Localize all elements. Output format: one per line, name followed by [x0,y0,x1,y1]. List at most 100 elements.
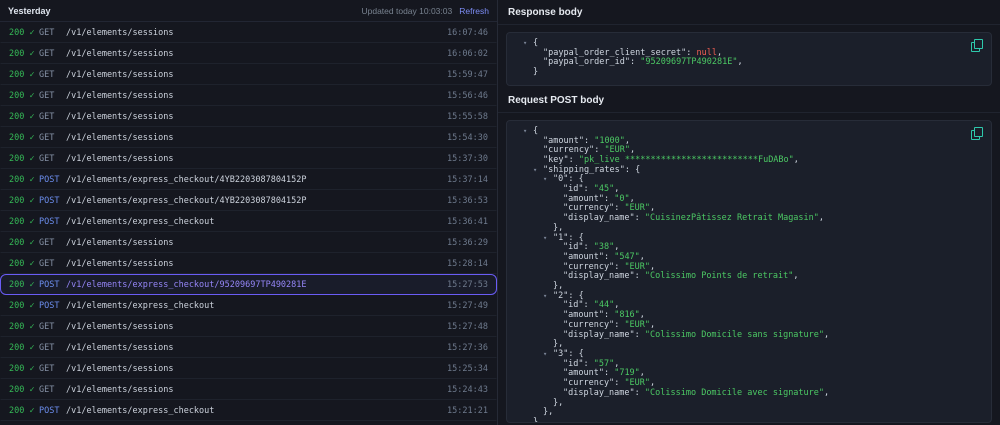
collapse-toggle-icon[interactable]: ▾ [533,166,543,176]
log-row[interactable]: 200 ✓GET/v1/elements/sessions15:54:30 [0,127,497,148]
method-label: GET [39,91,66,101]
request-time: 16:07:46 [447,28,488,38]
json-punct: : [635,271,645,281]
json-punct: { [533,38,538,48]
log-row[interactable]: 200 ✓GET/v1/elements/sessions15:55:58 [0,106,497,127]
json-punct: , [640,252,645,262]
log-row[interactable]: 200 ✓GET/v1/elements/sessions15:59:47 [0,64,497,85]
json-punct: , [640,368,645,378]
json-key: "currency" [543,145,594,155]
request-path: /v1/elements/sessions [66,259,447,269]
date-group-label: Yesterday [8,6,51,16]
log-row[interactable]: 200 ✓GET/v1/elements/sessions15:28:14 [0,253,497,274]
json-punct: { [635,165,640,175]
request-time: 15:55:58 [447,112,488,122]
log-row[interactable]: 200 ✓GET/v1/elements/sessions16:06:02 [0,43,497,64]
collapse-toggle-icon[interactable]: ▾ [523,127,533,137]
status-badge: 200 ✓ [9,133,39,143]
json-line: }, [517,282,981,292]
collapse-toggle-icon[interactable]: ▾ [543,350,553,360]
json-punct: : [635,388,645,398]
collapse-toggle-icon[interactable]: ▾ [543,234,553,244]
log-row[interactable]: 200 ✓POST/v1/elements/express_checkout/9… [0,274,497,295]
json-punct: : [568,349,578,359]
collapse-toggle-icon[interactable]: ▾ [543,175,553,185]
json-key: "id" [563,359,583,369]
json-key: "currency" [563,262,614,272]
json-key: "display_name" [563,330,635,340]
status-badge: 200 ✓ [9,112,39,122]
status-badge: 200 ✓ [9,70,39,80]
method-label: GET [39,364,66,374]
json-punct: , [650,262,655,272]
json-line: "display_name": "CuisinezPâtissez Retrai… [517,214,981,224]
json-punct: , [650,320,655,330]
log-row[interactable]: 200 ✓POST/v1/elements/express_checkout15… [0,211,497,232]
json-punct: , [614,359,619,369]
log-row[interactable]: 200 ✓POST/v1/elements/express_checkout15… [0,400,497,421]
request-time: 15:56:46 [447,91,488,101]
json-line: "paypal_order_id": "95209697TP490281E", [517,58,981,68]
json-value: null [697,48,717,58]
log-row[interactable]: 200 ✓GET/v1/elements/sessions15:36:29 [0,232,497,253]
request-body-title: Request POST body [508,95,604,106]
request-time: 15:24:43 [447,385,488,395]
request-time: 15:54:30 [447,133,488,143]
json-punct: : [686,48,696,58]
json-value: "0" [614,194,629,204]
request-time: 15:59:47 [447,70,488,80]
json-key: "key" [543,155,569,165]
request-path: /v1/elements/sessions [66,343,447,353]
method-label: GET [39,259,66,269]
json-punct: : [614,320,624,330]
method-label: GET [39,49,66,59]
response-body-viewer: ▾{"paypal_order_client_secret": null,"pa… [506,32,992,86]
log-row[interactable]: 200 ✓GET/v1/elements/sessions15:27:36 [0,337,497,358]
log-row[interactable]: 200 ✓GET/v1/elements/sessions15:25:34 [0,358,497,379]
json-key: "id" [563,242,583,252]
collapse-toggle-icon[interactable]: ▾ [543,292,553,302]
json-punct: { [579,233,584,243]
request-path: /v1/elements/sessions [66,91,447,101]
json-punct: , [793,271,798,281]
json-punct: : [630,57,640,67]
json-punct: , [614,242,619,252]
log-row[interactable]: 200 ✓POST/v1/elements/express_checkout15… [0,295,497,316]
json-key: "amount" [563,252,604,262]
json-punct: : [604,368,614,378]
json-punct: : [583,184,593,194]
json-punct: , [737,57,742,67]
json-punct: } [533,67,538,77]
log-row[interactable]: 200 ✓GET/v1/elements/sessions16:07:46 [0,22,497,43]
request-time: 15:36:29 [447,238,488,248]
log-rows: 200 ✓GET/v1/elements/sessions16:07:46200… [0,22,497,421]
refresh-button[interactable]: Refresh [459,6,489,16]
json-value: "719" [614,368,640,378]
json-punct: : [614,203,624,213]
request-time: 15:25:34 [447,364,488,374]
json-line: ▾"shipping_rates": { [517,166,981,176]
json-line: }, [517,224,981,234]
copy-icon[interactable] [971,127,982,138]
copy-icon[interactable] [971,39,982,50]
log-row[interactable]: 200 ✓GET/v1/elements/sessions15:27:48 [0,316,497,337]
json-punct: , [614,184,619,194]
json-value: "38" [594,242,614,252]
json-punct: }, [553,339,563,349]
json-punct: { [579,349,584,359]
api-logs-workbench: Yesterday Updated today 10:03:03 Refresh… [0,0,1000,425]
log-row[interactable]: 200 ✓GET/v1/elements/sessions15:56:46 [0,85,497,106]
json-line: }, [517,399,981,409]
collapse-toggle-icon[interactable]: ▾ [523,39,533,49]
method-label: POST [39,280,66,290]
json-value: "816" [614,310,640,320]
log-row[interactable]: 200 ✓GET/v1/elements/sessions15:37:30 [0,148,497,169]
method-label: GET [39,154,66,164]
json-line: "display_name": "Colissimo Points de ret… [517,272,981,282]
json-punct: : [583,300,593,310]
json-punct: : [635,213,645,223]
log-row[interactable]: 200 ✓POST/v1/elements/express_checkout/4… [0,169,497,190]
log-row[interactable]: 200 ✓GET/v1/elements/sessions15:24:43 [0,379,497,400]
request-path: /v1/elements/sessions [66,49,447,59]
log-row[interactable]: 200 ✓POST/v1/elements/express_checkout/4… [0,190,497,211]
